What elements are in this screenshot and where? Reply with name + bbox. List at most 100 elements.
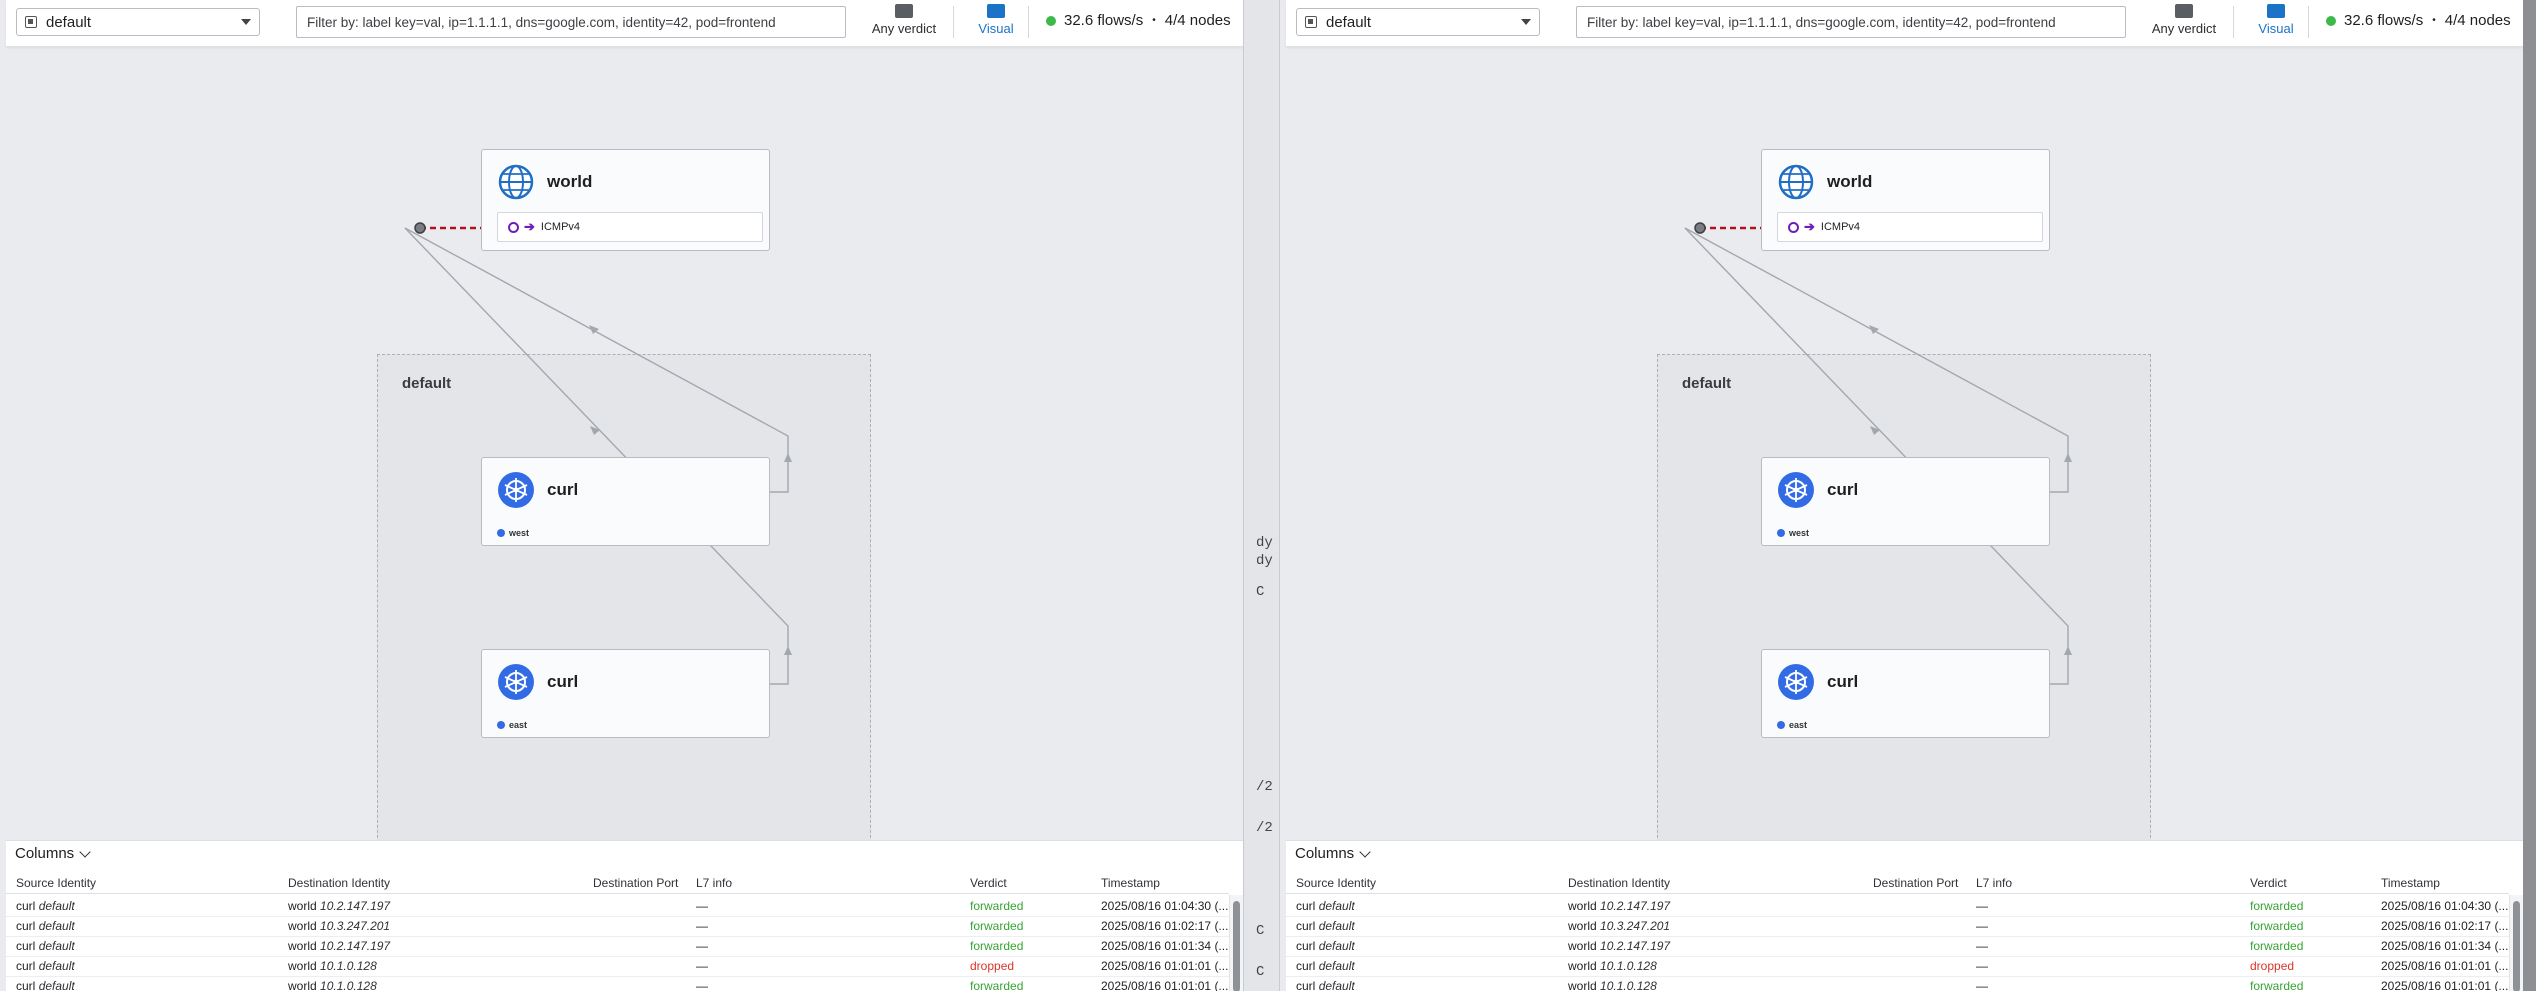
destination-ip: 10.1.0.128 bbox=[320, 979, 377, 991]
column-header[interactable]: Destination Identity bbox=[288, 876, 390, 890]
toolbar-separator bbox=[953, 6, 954, 38]
table-row[interactable]: curl default world 10.3.247.201 — forwarded… bbox=[1286, 916, 2509, 937]
table-row[interactable]: curl default world 10.1.0.128 — forwarded 20… bbox=[6, 976, 1229, 991]
bullet-separator: • bbox=[2432, 15, 2436, 26]
column-header[interactable]: Timestamp bbox=[1101, 876, 1160, 890]
verdict-filter-button[interactable]: Any verdict bbox=[2144, 4, 2224, 42]
source-name: curl bbox=[1296, 959, 1316, 973]
chevron-down-icon bbox=[1359, 845, 1371, 858]
timestamp-cell: 2025/08/16 01:01:01 (... bbox=[1101, 959, 1229, 973]
destination-name: world bbox=[288, 979, 317, 991]
destination-name: world bbox=[288, 939, 317, 953]
destination-identity-cell: world 10.1.0.128 bbox=[1568, 979, 1657, 991]
table-row[interactable]: curl default world 10.1.0.128 — dropped 2025… bbox=[6, 956, 1229, 977]
table-row[interactable]: curl default world 10.2.147.197 — forwarded… bbox=[1286, 896, 2509, 917]
table-scrollbar[interactable] bbox=[1229, 895, 1243, 991]
destination-identity-cell: world 10.2.147.197 bbox=[1568, 939, 1670, 953]
namespace-chip: west bbox=[497, 528, 529, 538]
source-namespace: default bbox=[1318, 959, 1355, 973]
table-row[interactable]: curl default world 10.3.247.201 — forwarded… bbox=[6, 916, 1229, 937]
split-divider[interactable]: dy dy C /2 /2 C C bbox=[1243, 0, 1280, 991]
table-row[interactable]: curl default world 10.2.147.197 — forwarded… bbox=[6, 896, 1229, 917]
l7-info-cell: — bbox=[1976, 919, 1988, 933]
l7-info-cell: — bbox=[696, 979, 708, 991]
source-namespace: default bbox=[1318, 939, 1355, 953]
edge-line bbox=[1684, 227, 2069, 453]
status-dot-icon bbox=[2326, 15, 2336, 26]
port-protocol: ICMPv4 bbox=[540, 221, 581, 233]
verdict-filter-button[interactable]: Any verdict bbox=[864, 4, 944, 42]
source-namespace: default bbox=[38, 939, 75, 953]
destination-identity-cell: world 10.2.147.197 bbox=[1568, 899, 1670, 913]
source-name: curl bbox=[16, 939, 36, 953]
curl-east-node-card[interactable]: curl east bbox=[481, 649, 770, 738]
destination-ip: 10.3.247.201 bbox=[320, 919, 391, 933]
timestamp-cell: 2025/08/16 01:04:30 (... bbox=[2381, 899, 2509, 913]
table-row[interactable]: curl default world 10.2.147.197 — forwarded… bbox=[1286, 936, 2509, 957]
destination-name: world bbox=[1568, 899, 1597, 913]
filter-input[interactable] bbox=[1576, 6, 2126, 38]
table-row[interactable]: curl default world 10.1.0.128 — forwarded 20… bbox=[1286, 976, 2509, 991]
port-protocol: ICMPv4 bbox=[1820, 221, 1861, 233]
column-header[interactable]: Destination Port bbox=[1873, 876, 1958, 890]
endpoint-port-row[interactable]: ➔ ICMPv4 bbox=[1777, 212, 2043, 242]
world-node-card[interactable]: world ➔ ICMPv4 bbox=[1761, 149, 2050, 251]
toolbar-separator bbox=[1028, 6, 1029, 38]
chevron-down-icon bbox=[241, 19, 251, 25]
divider-text-fragment: dy bbox=[1256, 535, 1273, 551]
verdict-icon bbox=[2175, 4, 2193, 18]
column-header[interactable]: Verdict bbox=[2250, 876, 2287, 890]
connection-status: 32.6 flows/s • 4/4 nodes bbox=[1046, 12, 1231, 29]
column-header[interactable]: L7 info bbox=[696, 876, 732, 890]
flows-rate: 32.6 flows/s bbox=[2344, 12, 2424, 29]
divider-text-fragment: dy bbox=[1256, 553, 1273, 569]
namespace-select[interactable]: default bbox=[16, 8, 260, 36]
verdict-cell: forwarded bbox=[2250, 899, 2304, 913]
timestamp-cell: 2025/08/16 01:01:34 (... bbox=[1101, 939, 1229, 953]
endpoint-port-row[interactable]: ➔ ICMPv4 bbox=[497, 212, 763, 242]
chevron-down-icon bbox=[79, 845, 91, 858]
destination-identity-cell: world 10.2.147.197 bbox=[288, 899, 390, 913]
service-map-canvas[interactable]: default world ➔ ICMPv4 curl west curl ea… bbox=[0, 46, 1243, 888]
curl-east-node-card[interactable]: curl east bbox=[1761, 649, 2050, 738]
arrow-right-icon: ➔ bbox=[1804, 219, 1815, 234]
verdict-cell: dropped bbox=[2250, 959, 2295, 973]
curl-west-node-card[interactable]: curl west bbox=[1761, 457, 2050, 546]
namespace-select[interactable]: default bbox=[1296, 8, 1540, 36]
table-row[interactable]: curl default world 10.1.0.128 — dropped 2025… bbox=[1286, 956, 2509, 977]
edge-line bbox=[404, 227, 789, 453]
source-identity-cell: curl default bbox=[16, 919, 75, 933]
column-header[interactable]: Source Identity bbox=[1296, 876, 1376, 890]
verdict-cell: forwarded bbox=[970, 899, 1024, 913]
source-identity-cell: curl default bbox=[16, 939, 75, 953]
table-scrollbar[interactable] bbox=[2509, 895, 2523, 991]
columns-label: Columns bbox=[1295, 845, 1355, 862]
world-node-card[interactable]: world ➔ ICMPv4 bbox=[481, 149, 770, 251]
column-header[interactable]: Timestamp bbox=[2381, 876, 2440, 890]
column-header[interactable]: Destination Identity bbox=[1568, 876, 1670, 890]
edge-arrow-icon bbox=[2064, 646, 2072, 655]
verdict-cell: forwarded bbox=[2250, 979, 2304, 991]
nodes-count: 4/4 nodes bbox=[2444, 12, 2511, 29]
visual-toggle-button[interactable]: Visual bbox=[2246, 4, 2306, 42]
edge-arrow-icon bbox=[1870, 426, 1880, 435]
column-header[interactable]: Destination Port bbox=[593, 876, 678, 890]
curl-west-node-card[interactable]: curl west bbox=[481, 457, 770, 546]
visual-toggle-button[interactable]: Visual bbox=[966, 4, 1026, 42]
timestamp-cell: 2025/08/16 01:02:17 (... bbox=[2381, 919, 2509, 933]
source-name: curl bbox=[16, 899, 36, 913]
bullet-separator: • bbox=[1152, 15, 1156, 26]
column-header[interactable]: Verdict bbox=[970, 876, 1007, 890]
table-row[interactable]: curl default world 10.2.147.197 — forwarded… bbox=[6, 936, 1229, 957]
columns-button[interactable]: Columns bbox=[1295, 845, 1371, 862]
scrollbar-thumb[interactable] bbox=[1233, 901, 1240, 991]
filter-input[interactable] bbox=[296, 6, 846, 38]
column-header[interactable]: Source Identity bbox=[16, 876, 96, 890]
edge-arrow-icon bbox=[2064, 453, 2072, 462]
column-header[interactable]: L7 info bbox=[1976, 876, 2012, 890]
visual-icon bbox=[987, 4, 1005, 18]
columns-button[interactable]: Columns bbox=[15, 845, 91, 862]
service-map-canvas[interactable]: default world ➔ ICMPv4 curl west curl ea… bbox=[1280, 46, 2523, 888]
scrollbar-thumb[interactable] bbox=[2513, 901, 2520, 991]
source-namespace: default bbox=[1318, 979, 1355, 991]
